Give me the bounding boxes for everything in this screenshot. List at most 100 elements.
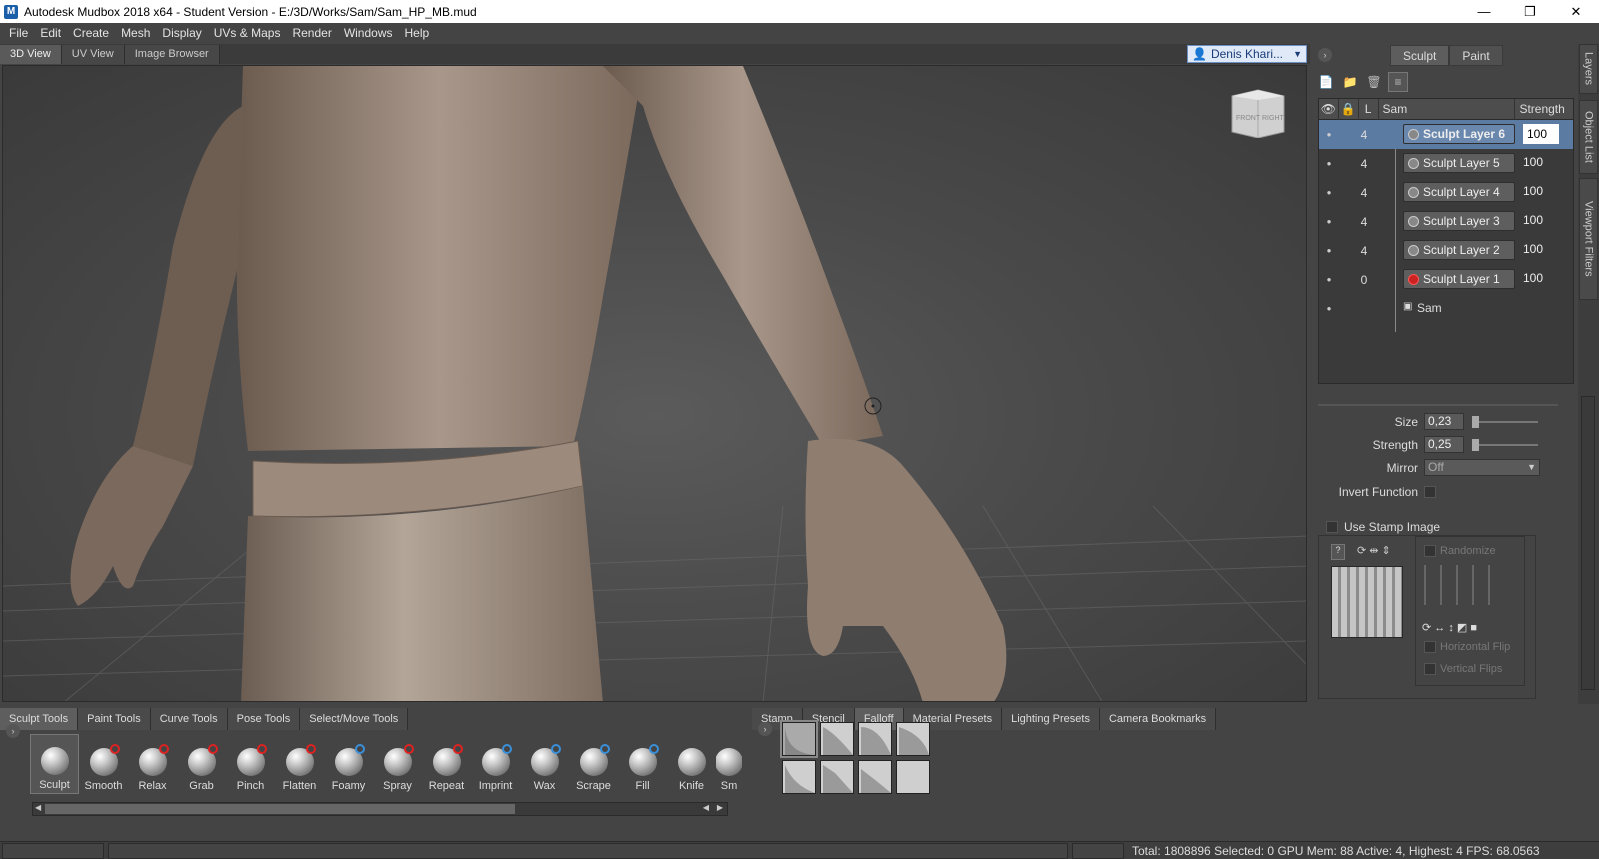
stamp-image-thumbnail[interactable] (1331, 566, 1403, 638)
user-account-dropdown[interactable]: 👤 Denis Khari... ▼ (1187, 45, 1307, 63)
menu-file[interactable]: File (3, 26, 34, 40)
record-active-icon[interactable] (1408, 273, 1419, 285)
vertical-flip-checkbox[interactable] (1424, 663, 1436, 675)
tool-relax[interactable]: Relax (128, 734, 177, 794)
tool-repeat[interactable]: Repeat (422, 734, 471, 794)
layer-row[interactable]: ● 0 Sculpt Layer 1 100 (1319, 265, 1573, 294)
tool-grab[interactable]: Grab (177, 734, 226, 794)
scroll-right-icon[interactable]: ▶ (717, 803, 723, 812)
tool-knife[interactable]: Knife (667, 734, 716, 794)
layer-strength-value[interactable]: 100 (1523, 242, 1543, 256)
layer-name-field[interactable]: Sculpt Layer 5 (1403, 153, 1515, 173)
layer-strength-value[interactable]: 100 (1523, 155, 1543, 169)
panel-collapse-icon[interactable]: › (1318, 48, 1332, 62)
visibility-dot-icon[interactable]: ● (1319, 246, 1339, 255)
visibility-dot-icon[interactable]: ● (1319, 188, 1339, 197)
scroll-left-icon[interactable]: ◀ (703, 803, 709, 812)
layer-name-field[interactable]: Sculpt Layer 4 (1403, 182, 1515, 202)
dock-tab-object-list[interactable]: Object List (1579, 100, 1598, 174)
size-slider[interactable] (1472, 415, 1538, 428)
layer-menu-icon[interactable]: ≡ (1388, 72, 1408, 92)
menu-edit[interactable]: Edit (34, 26, 67, 40)
size-input[interactable]: 0,23 (1424, 413, 1464, 430)
lock-icon[interactable]: 🔒 (1339, 98, 1359, 120)
tab-sculpt-layers[interactable]: Sculpt (1390, 45, 1450, 66)
menu-windows[interactable]: Windows (338, 26, 399, 40)
tool-spray[interactable]: Spray (373, 734, 422, 794)
tab-paint-layers[interactable]: Paint (1449, 45, 1503, 66)
horizontal-flip-checkbox[interactable] (1424, 641, 1436, 653)
falloff-collapse-icon[interactable]: › (758, 722, 772, 736)
scrollbar-thumb[interactable] (45, 804, 515, 814)
menu-help[interactable]: Help (399, 26, 436, 40)
maximize-button[interactable]: ❐ (1507, 0, 1553, 23)
tab-curve-tools[interactable]: Curve Tools (150, 708, 228, 730)
invert-function-checkbox[interactable] (1424, 486, 1436, 498)
tool-imprint[interactable]: Imprint (471, 734, 520, 794)
tab-select-move-tools[interactable]: Select/Move Tools (300, 708, 409, 730)
tools-scrollbar[interactable]: ◀ ◀ ▶ (32, 802, 728, 816)
properties-scrollbar[interactable] (1581, 396, 1595, 690)
layer-row[interactable]: ● 4 Sculpt Layer 2 100 (1319, 236, 1573, 265)
tab-pose-tools[interactable]: Pose Tools (227, 708, 301, 730)
dock-tab-viewport-filters[interactable]: Viewport Filters (1579, 178, 1598, 300)
tool-wax[interactable]: Wax (520, 734, 569, 794)
new-layer-icon[interactable]: 📄 (1316, 72, 1336, 92)
tab-image-browser[interactable]: Image Browser (124, 45, 220, 64)
tool-sculpt[interactable]: Sculpt (30, 734, 79, 794)
visibility-dot-icon[interactable]: ● (1319, 304, 1339, 313)
slider-knob[interactable] (1472, 438, 1479, 451)
trash-icon[interactable]: 🗑 (1364, 72, 1384, 92)
visibility-dot-icon[interactable]: ● (1319, 130, 1339, 139)
dock-tab-layers[interactable]: Layers (1579, 44, 1598, 94)
mesh-row[interactable]: ● ▣ Sam (1319, 294, 1573, 323)
strength-slider[interactable] (1472, 438, 1538, 451)
tab-lighting-presets[interactable]: Lighting Presets (1002, 708, 1100, 730)
scroll-left-icon[interactable]: ◀ (35, 803, 41, 812)
tab-uv-view[interactable]: UV View (61, 45, 125, 64)
layer-strength-input[interactable]: 100 (1523, 124, 1559, 144)
tab-paint-tools[interactable]: Paint Tools (78, 708, 151, 730)
tab-3d-view[interactable]: 3D View (0, 45, 62, 64)
record-icon[interactable] (1408, 157, 1419, 169)
visibility-dot-icon[interactable]: ● (1319, 217, 1339, 226)
tool-fill[interactable]: Fill (618, 734, 667, 794)
layer-strength-value[interactable]: 100 (1523, 271, 1543, 285)
tool-foamy[interactable]: Foamy (324, 734, 373, 794)
tool-smooth[interactable]: Smooth (79, 734, 128, 794)
use-stamp-checkbox[interactable] (1326, 521, 1338, 533)
visibility-eye-icon[interactable]: 👁 (1319, 98, 1339, 120)
tool-smear[interactable]: Sm (716, 734, 742, 794)
menu-display[interactable]: Display (156, 26, 207, 40)
stamp-picker-icon[interactable]: ? (1331, 544, 1345, 560)
falloff-preset[interactable] (896, 722, 930, 756)
layer-strength-value[interactable]: 100 (1523, 213, 1543, 227)
layer-name-field[interactable]: Sculpt Layer 6 (1403, 124, 1515, 144)
randomize-sliders[interactable] (1424, 565, 1490, 605)
slider-knob[interactable] (1472, 415, 1479, 428)
tab-camera-bookmarks[interactable]: Camera Bookmarks (1099, 708, 1217, 730)
randomize-checkbox[interactable] (1424, 545, 1436, 557)
folder-icon[interactable]: 📁 (1340, 72, 1360, 92)
falloff-preset[interactable] (820, 760, 854, 794)
close-button[interactable]: ✕ (1553, 0, 1599, 23)
record-icon[interactable] (1408, 244, 1419, 256)
falloff-preset[interactable] (858, 722, 892, 756)
falloff-preset[interactable] (780, 720, 818, 758)
tray-collapse-icon[interactable]: › (6, 724, 20, 738)
tool-pinch[interactable]: Pinch (226, 734, 275, 794)
layer-row[interactable]: ● 4 Sculpt Layer 4 100 (1319, 178, 1573, 207)
layer-row[interactable]: ● 4 Sculpt Layer 5 100 (1319, 149, 1573, 178)
3d-viewport[interactable]: FRONT RIGHT (2, 65, 1307, 702)
falloff-preset[interactable] (896, 760, 930, 794)
layer-row[interactable]: ● 4 Sculpt Layer 3 100 (1319, 207, 1573, 236)
random-transform-icons[interactable]: ⟳ ↔ ↕ ◩ ■ (1422, 621, 1477, 634)
layer-name-field[interactable]: Sculpt Layer 2 (1403, 240, 1515, 260)
minimize-button[interactable]: — (1461, 0, 1507, 23)
layer-strength-value[interactable]: 100 (1523, 184, 1543, 198)
menu-render[interactable]: Render (286, 26, 337, 40)
visibility-dot-icon[interactable]: ● (1319, 275, 1339, 284)
falloff-preset[interactable] (820, 722, 854, 756)
falloff-preset[interactable] (858, 760, 892, 794)
falloff-preset[interactable] (782, 760, 816, 794)
